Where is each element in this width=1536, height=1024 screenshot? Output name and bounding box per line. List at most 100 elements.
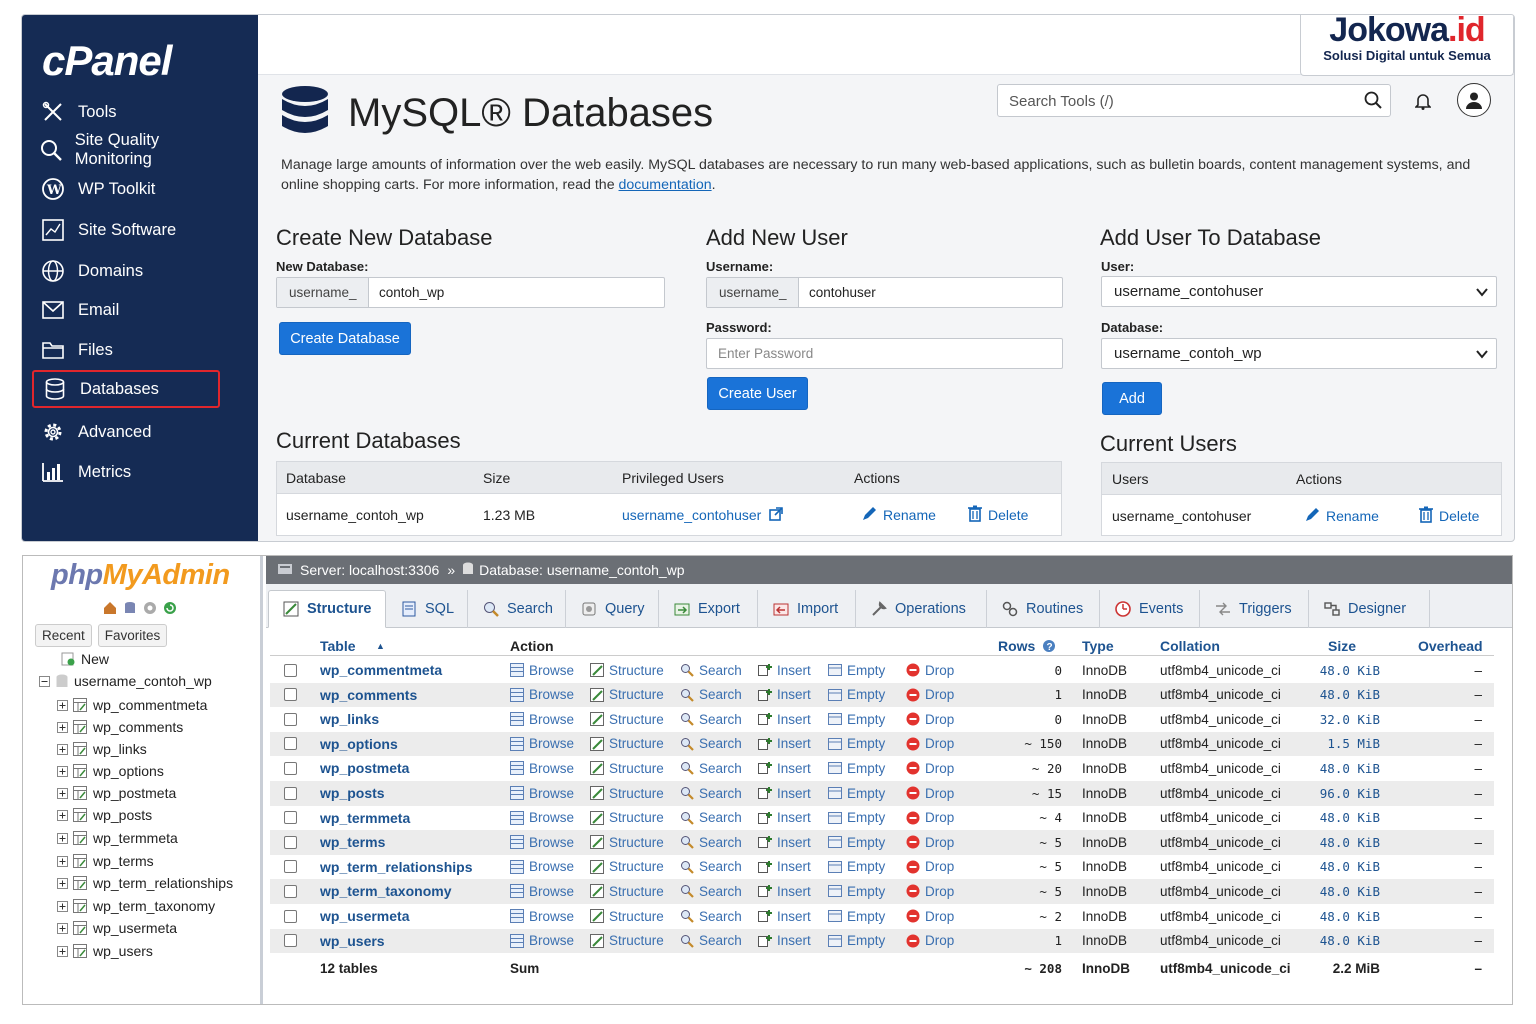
favorites-tab[interactable]: Favorites [97, 624, 168, 647]
action-drop[interactable]: Drop [906, 904, 954, 928]
rename-database-button[interactable]: Rename [861, 500, 936, 530]
column-size[interactable]: Size [1328, 634, 1356, 658]
help-icon[interactable]: ? [1042, 634, 1056, 658]
expand-icon[interactable] [57, 809, 68, 821]
documentation-link[interactable]: documentation [619, 177, 712, 193]
new-database-field[interactable]: username_ contoh_wp [276, 277, 665, 308]
database-select[interactable]: username_contoh_wp [1101, 338, 1497, 369]
expand-icon[interactable] [57, 721, 68, 733]
expand-icon[interactable] [57, 900, 68, 912]
db-name-input[interactable]: contoh_wp [369, 278, 444, 307]
column-rows[interactable]: Rows [998, 634, 1035, 658]
action-browse[interactable]: Browse [510, 781, 574, 805]
action-structure[interactable]: Structure [590, 929, 664, 953]
expand-icon[interactable] [57, 922, 68, 934]
action-structure[interactable]: Structure [590, 732, 664, 756]
action-insert[interactable]: Insert [758, 756, 811, 780]
table-name-link[interactable]: wp_usermeta [320, 904, 409, 928]
action-structure[interactable]: Structure [590, 707, 664, 731]
action-structure[interactable]: Structure [590, 855, 664, 879]
column-overhead[interactable]: Overhead [1418, 634, 1483, 658]
tree-table[interactable]: wp_postmeta [57, 785, 176, 801]
table-size[interactable]: 32.0 KiB [1320, 707, 1380, 731]
tab-import[interactable]: Import [759, 590, 856, 628]
create-database-button[interactable]: Create Database [279, 322, 411, 355]
expand-icon[interactable] [57, 832, 68, 844]
tree-table[interactable]: wp_term_relationships [57, 875, 233, 891]
action-empty[interactable]: Empty [828, 929, 885, 953]
action-empty[interactable]: Empty [828, 806, 885, 830]
sidebar-item-metrics[interactable]: Metrics [32, 453, 220, 491]
action-search[interactable]: Search [680, 904, 742, 928]
table-name-link[interactable]: wp_comments [320, 683, 417, 707]
add-button[interactable]: Add [1102, 382, 1162, 415]
username-input[interactable]: contohuser [799, 278, 876, 307]
create-user-button[interactable]: Create User [707, 377, 808, 410]
action-browse[interactable]: Browse [510, 683, 574, 707]
action-browse[interactable]: Browse [510, 855, 574, 879]
action-insert[interactable]: Insert [758, 732, 811, 756]
sidebar-item-email[interactable]: Email [32, 291, 220, 329]
action-browse[interactable]: Browse [510, 806, 574, 830]
table-size[interactable]: 48.0 KiB [1320, 806, 1380, 830]
search-tools-input[interactable]: Search Tools (/) [997, 84, 1391, 117]
action-insert[interactable]: Insert [758, 929, 811, 953]
action-empty[interactable]: Empty [828, 830, 885, 854]
tree-table[interactable]: wp_termmeta [57, 830, 178, 846]
row-checkbox[interactable] [284, 707, 297, 731]
table-name-link[interactable]: wp_postmeta [320, 756, 409, 780]
action-insert[interactable]: Insert [758, 806, 811, 830]
action-drop[interactable]: Drop [906, 683, 954, 707]
sidebar-item-domains[interactable]: Domains [32, 252, 220, 290]
tab-events[interactable]: Events [1101, 590, 1200, 628]
action-search[interactable]: Search [680, 756, 742, 780]
expand-icon[interactable] [57, 855, 68, 867]
action-empty[interactable]: Empty [828, 707, 885, 731]
table-size[interactable]: 48.0 KiB [1320, 879, 1380, 903]
column-type[interactable]: Type [1082, 634, 1114, 658]
tree-table[interactable]: wp_term_taxonomy [57, 898, 215, 914]
tab-operations[interactable]: Operations [857, 590, 987, 628]
action-search[interactable]: Search [680, 830, 742, 854]
column-collation[interactable]: Collation [1160, 634, 1220, 658]
action-search[interactable]: Search [680, 806, 742, 830]
action-empty[interactable]: Empty [828, 879, 885, 903]
row-checkbox[interactable] [284, 683, 297, 707]
expand-icon[interactable] [57, 743, 68, 755]
action-insert[interactable]: Insert [758, 683, 811, 707]
table-name-link[interactable]: wp_termmeta [320, 806, 410, 830]
expand-icon[interactable] [57, 877, 68, 889]
action-insert[interactable]: Insert [758, 855, 811, 879]
password-placeholder[interactable]: Enter Password [707, 339, 813, 368]
username-field[interactable]: username_ contohuser [706, 277, 1063, 308]
action-empty[interactable]: Empty [828, 781, 885, 805]
action-browse[interactable]: Browse [510, 707, 574, 731]
action-structure[interactable]: Structure [590, 756, 664, 780]
table-size[interactable]: 48.0 KiB [1320, 929, 1380, 953]
collapse-icon[interactable] [39, 675, 50, 687]
action-empty[interactable]: Empty [828, 658, 885, 682]
tree-table[interactable]: wp_comments [57, 719, 183, 735]
delete-database-button[interactable]: Delete [968, 500, 1028, 530]
sidebar-item-wp-toolkit[interactable]: W WP Toolkit [32, 170, 220, 208]
sidebar-item-site-software[interactable]: Site Software [32, 211, 220, 249]
tree-table[interactable]: wp_links [57, 741, 147, 757]
table-name-link[interactable]: wp_terms [320, 830, 385, 854]
action-browse[interactable]: Browse [510, 904, 574, 928]
privileged-user-link[interactable]: username_contohuser [622, 500, 784, 530]
sidebar-item-files[interactable]: Files [32, 331, 220, 369]
action-search[interactable]: Search [680, 658, 742, 682]
row-checkbox[interactable] [284, 658, 297, 682]
table-size[interactable]: 48.0 KiB [1320, 756, 1380, 780]
tree-new[interactable]: New [61, 651, 109, 667]
table-size[interactable]: 96.0 KiB [1320, 781, 1380, 805]
action-drop[interactable]: Drop [906, 732, 954, 756]
row-checkbox[interactable] [284, 830, 297, 854]
tree-table[interactable]: wp_commentmeta [57, 697, 207, 713]
action-drop[interactable]: Drop [906, 929, 954, 953]
tree-table[interactable]: wp_users [57, 943, 153, 959]
action-drop[interactable]: Drop [906, 879, 954, 903]
breadcrumb-database[interactable]: Database: username_contoh_wp [479, 562, 684, 578]
action-browse[interactable]: Browse [510, 658, 574, 682]
tab-structure[interactable]: Structure [268, 590, 386, 628]
